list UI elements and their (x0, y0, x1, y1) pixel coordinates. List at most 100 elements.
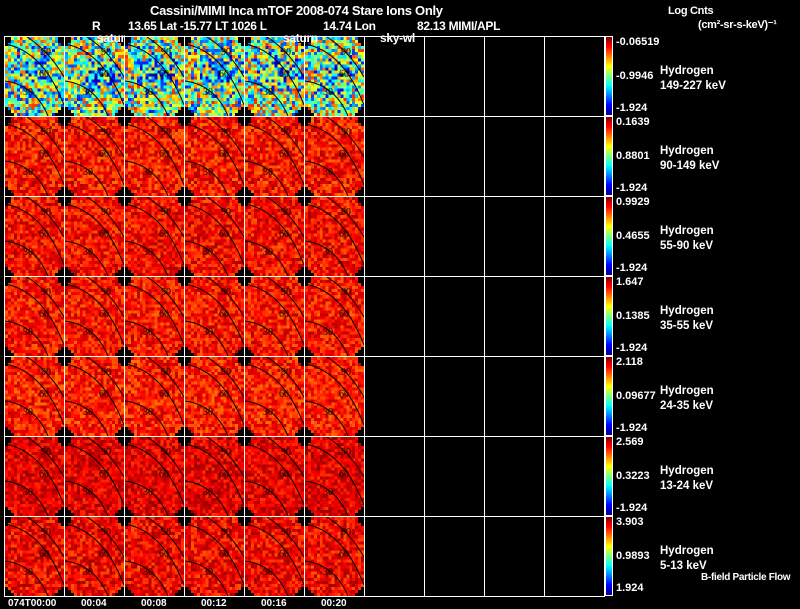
image-panel: 90 60 30 (65, 277, 124, 356)
species-label: Hydrogen (660, 305, 714, 317)
contour-label: 60 (159, 149, 169, 160)
contour-label: 90 (161, 527, 171, 538)
contour-overlay: 90 60 30 (185, 517, 244, 596)
contour-label: 60 (279, 69, 289, 80)
image-panel: 90 60 30 (125, 37, 184, 116)
colorbar (605, 276, 613, 356)
contour-label: 30 (203, 87, 213, 98)
contour-label: 90 (281, 207, 291, 218)
contour-label: 60 (39, 69, 49, 80)
contour-label: 30 (83, 327, 93, 338)
time-label: 00:12 (201, 598, 227, 609)
energy-label: 24-35 keV (660, 400, 714, 412)
image-panel: 90 60 30 (305, 517, 364, 596)
image-panel: 90 60 30 (125, 117, 184, 196)
image-panel: 90 60 30 (65, 517, 124, 596)
contour-label: 30 (263, 87, 273, 98)
contour-label: 60 (219, 389, 229, 400)
contour-overlay: 90 60 30 (245, 437, 304, 516)
contour-label: 60 (99, 149, 109, 160)
colorbar-mid-label: 0.09677 (616, 390, 656, 402)
contour-overlay: 90 60 30 (245, 197, 304, 276)
image-panel: 90 60 30 (65, 197, 124, 276)
image-panel: 90 60 30 (5, 117, 64, 196)
contour-overlay: 90 60 30 (65, 37, 124, 116)
contour-label: 60 (339, 469, 349, 480)
grid-line (544, 37, 545, 596)
image-panel: 90 60 30 (5, 37, 64, 116)
contour-label: 30 (143, 247, 153, 258)
contour-label: 90 (341, 47, 351, 58)
contour-label: 90 (281, 527, 291, 538)
contour-overlay: 90 60 30 (245, 277, 304, 356)
contour-label: 30 (323, 407, 333, 418)
contour-label: 90 (281, 447, 291, 458)
colorbar-max-label: -0.06519 (616, 36, 660, 48)
colorbar (605, 116, 613, 196)
contour-label: 60 (99, 469, 109, 480)
energy-label: 55-90 keV (660, 240, 714, 252)
contour-label: 60 (219, 309, 229, 320)
contour-label: 60 (99, 229, 109, 240)
contour-label: 60 (339, 549, 349, 560)
time-label: 00:08 (141, 598, 167, 609)
contour-label: 30 (23, 327, 33, 338)
image-panel: 90 60 30 (185, 117, 244, 196)
image-panel: 90 60 30 (5, 357, 64, 436)
contour-label: 90 (341, 127, 351, 138)
time-label: 00:04 (81, 598, 107, 609)
contour-label: 30 (23, 167, 33, 178)
contour-overlay: 90 60 30 (125, 357, 184, 436)
image-panel: 90 60 30 (5, 517, 64, 596)
contour-label: 90 (221, 367, 231, 378)
grid-line (364, 37, 365, 596)
contour-label: 30 (203, 487, 213, 498)
position-readout: 13.65 Lat -15.77 LT 1026 L (128, 19, 267, 33)
colorbar-min-label: -1.924 (616, 342, 648, 354)
contour-overlay: 90 60 30 (125, 117, 184, 196)
energy-label: 35-55 keV (660, 320, 714, 332)
contour-label: 90 (101, 447, 111, 458)
source-label: 82.13 MIMI/APL (417, 19, 501, 33)
plot-title: Cassini/MIMI Inca mTOF 2008-074 Stare Io… (150, 3, 443, 18)
contour-label: 30 (83, 167, 93, 178)
contour-label: 30 (143, 567, 153, 578)
contour-label: 30 (263, 167, 273, 178)
contour-overlay: 90 60 30 (65, 117, 124, 196)
contour-label: 30 (143, 87, 153, 98)
image-panel: 90 60 30 (245, 357, 304, 436)
overlay-label: sky-wl (380, 31, 415, 45)
contour-overlay: 90 60 30 (5, 117, 64, 196)
image-grid: 90 60 30 90 60 30 90 60 30 90 60 30 90 60 30 90 60 30 90 60… (4, 36, 605, 597)
contour-overlay: 90 60 30 (65, 277, 124, 356)
image-panel: 90 60 30 (305, 277, 364, 356)
contour-label: 60 (99, 69, 109, 80)
image-panel: 90 60 30 (185, 357, 244, 436)
contour-label: 90 (41, 207, 51, 218)
contour-overlay: 90 60 30 (305, 277, 364, 356)
contour-overlay: 90 60 30 (125, 37, 184, 116)
contour-overlay: 90 60 30 (125, 197, 184, 276)
image-panel: 90 60 30 (185, 197, 244, 276)
image-panel: 90 60 30 (245, 277, 304, 356)
contour-label: 90 (341, 287, 351, 298)
contour-overlay: 90 60 30 (185, 37, 244, 116)
contour-label: 90 (161, 127, 171, 138)
contour-label: 60 (339, 229, 349, 240)
contour-overlay: 90 60 30 (5, 357, 64, 436)
colorbar-min-label: -1.924 (616, 262, 648, 274)
contour-overlay: 90 60 30 (185, 117, 244, 196)
image-panel: 90 60 30 (305, 437, 364, 516)
contour-label: 30 (263, 247, 273, 258)
contour-label: 60 (99, 389, 109, 400)
contour-label: 30 (143, 167, 153, 178)
contour-label: 90 (41, 47, 51, 58)
contour-label: 30 (323, 567, 333, 578)
image-panel: 90 60 30 (185, 437, 244, 516)
contour-label: 30 (323, 487, 333, 498)
image-panel: 90 60 30 (305, 197, 364, 276)
colorbar (605, 516, 613, 596)
contour-label: 30 (323, 87, 333, 98)
time-label: 074T00:00 (8, 598, 57, 609)
contour-label: 90 (281, 47, 291, 58)
